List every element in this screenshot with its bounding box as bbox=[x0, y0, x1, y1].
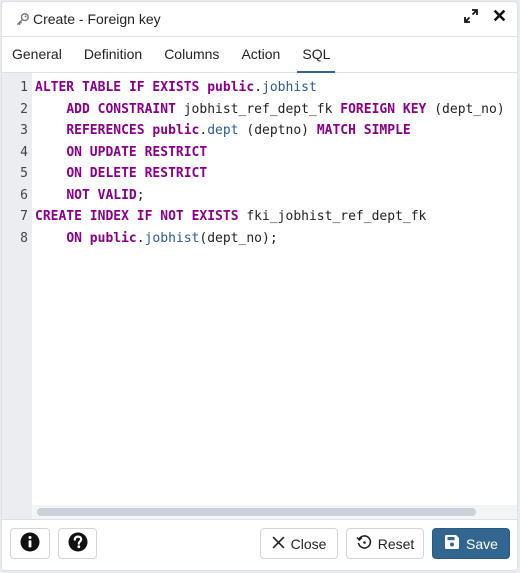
tab-columns[interactable]: Columns bbox=[154, 37, 229, 72]
key-icon bbox=[14, 11, 30, 27]
info-button[interactable] bbox=[10, 528, 50, 559]
line-number: 2 bbox=[20, 101, 28, 117]
x-icon bbox=[272, 536, 285, 552]
dialog-title: Create - Foreign key bbox=[33, 11, 161, 27]
create-foreign-key-dialog: Create - Foreign key General Definition … bbox=[1, 1, 518, 571]
dialog-titlebar[interactable]: Create - Foreign key bbox=[2, 2, 517, 37]
line-number-gutter: 1 2 3 4 5 6 7 8 bbox=[2, 73, 32, 521]
scrollbar-thumb[interactable] bbox=[37, 508, 476, 516]
tab-action[interactable]: Action bbox=[231, 37, 290, 72]
line-number: 8 bbox=[20, 230, 28, 246]
maximize-button[interactable] bbox=[463, 8, 479, 28]
line-number: 7 bbox=[20, 209, 28, 224]
tab-sql[interactable]: SQL bbox=[292, 37, 340, 73]
tab-bar: General Definition Columns Action SQL bbox=[2, 37, 517, 73]
close-dialog-button[interactable] bbox=[491, 9, 507, 27]
sql-code[interactable]: ALTER TABLE IF EXISTS public.jobhist ADD… bbox=[35, 77, 517, 501]
code-line: ON UPDATE RESTRICT bbox=[66, 144, 208, 160]
line-number: 4 bbox=[20, 144, 28, 160]
expand-icon bbox=[464, 8, 478, 28]
help-button[interactable] bbox=[58, 528, 97, 559]
tab-definition[interactable]: Definition bbox=[74, 37, 152, 72]
sql-editor[interactable]: 1 2 3 4 5 6 7 8 ALTER TABLE IF EXISTS public.jo… bbox=[2, 73, 517, 521]
save-icon bbox=[444, 534, 460, 553]
close-button[interactable]: Close bbox=[260, 528, 338, 559]
line-number: 6 bbox=[20, 187, 28, 203]
code-line: REFERENCES public.dept (deptno) MATCH SI… bbox=[66, 123, 411, 138]
info-icon bbox=[20, 532, 40, 555]
reset-label: Reset bbox=[377, 535, 415, 552]
line-number: 5 bbox=[20, 166, 28, 181]
line-number: 1 bbox=[20, 80, 28, 95]
reset-icon bbox=[356, 534, 372, 553]
help-icon bbox=[68, 532, 88, 555]
save-label: Save bbox=[466, 535, 498, 552]
tab-general[interactable]: General bbox=[2, 37, 72, 72]
dialog-footer: Close Reset Save bbox=[2, 519, 517, 570]
save-button[interactable]: Save bbox=[432, 528, 510, 559]
code-line: ALTER TABLE IF EXISTS public.jobhist bbox=[35, 80, 317, 95]
reset-button[interactable]: Reset bbox=[346, 528, 424, 559]
close-label: Close bbox=[290, 535, 327, 552]
code-line: ON public.jobhist(dept_no); bbox=[66, 230, 278, 246]
code-line: CREATE INDEX IF NOT EXISTS fki_jobhist_r… bbox=[35, 209, 427, 224]
code-line: ON DELETE RESTRICT bbox=[66, 166, 208, 181]
close-icon bbox=[493, 9, 506, 27]
code-line: NOT VALID; bbox=[66, 187, 145, 203]
line-number: 3 bbox=[20, 123, 28, 138]
code-line: ADD CONSTRAINT jobhist_ref_dept_fk FOREI… bbox=[66, 101, 505, 117]
